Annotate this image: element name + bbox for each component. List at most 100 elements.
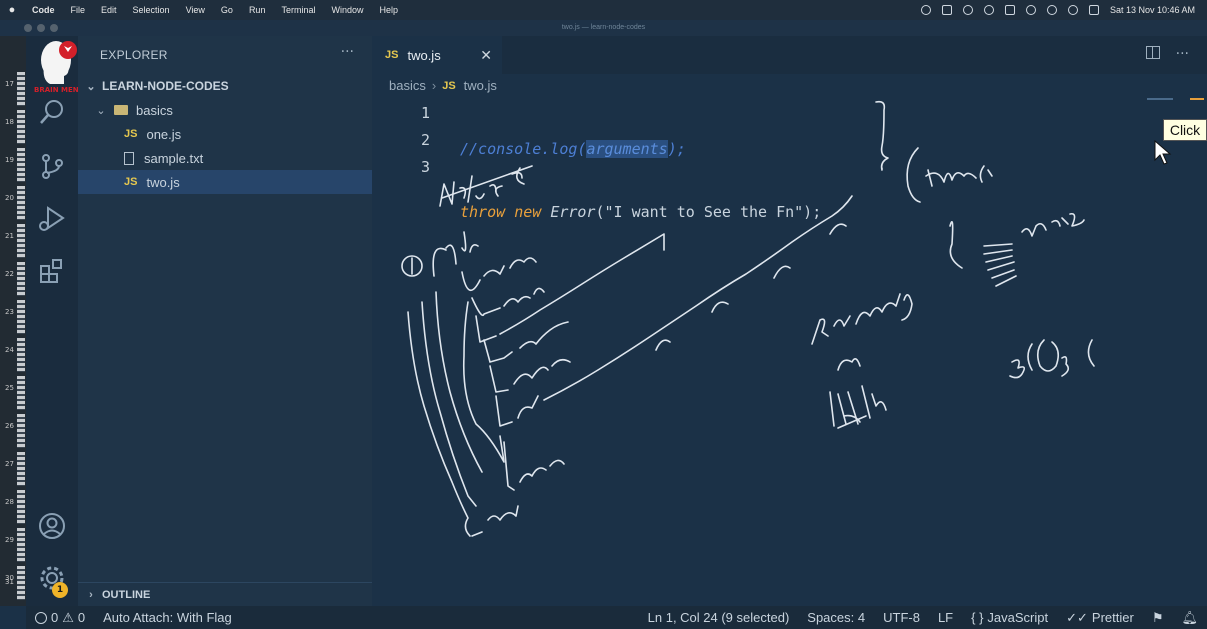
menu-go[interactable]: Go [213, 5, 241, 15]
apple-icon[interactable]: ● [0, 4, 24, 16]
indentation-status[interactable]: Spaces: 4 [798, 610, 874, 625]
text-file-icon [124, 151, 134, 165]
explorer-more-actions-icon[interactable]: ··· [341, 44, 354, 60]
braces-icon: { } [971, 610, 984, 625]
menu-run[interactable]: Run [241, 5, 274, 15]
source-control-icon[interactable] [36, 150, 68, 182]
volume-icon[interactable] [1004, 5, 1015, 15]
error-icon [35, 611, 47, 624]
slide-thumbnail [17, 224, 25, 258]
editor-area: JS two.js ✕ ··· basics › JS two.js 1 2 3… [372, 36, 1207, 606]
menu-code[interactable]: Code [24, 5, 63, 15]
window-title: two.js — learn-node-codes [0, 20, 1207, 36]
file-two-js[interactable]: JS two.js [78, 170, 372, 194]
search-icon[interactable] [36, 96, 68, 128]
cursor-position-status[interactable]: Ln 1, Col 24 (9 selected) [639, 610, 799, 625]
wifi-icon[interactable] [1046, 5, 1057, 15]
file-sample-txt[interactable]: sample.txt [78, 146, 372, 170]
slide-number: 22 [5, 270, 14, 278]
slide-thumbnail [17, 110, 25, 144]
night-mode-icon[interactable] [983, 5, 994, 15]
chevron-right-icon: › [89, 588, 93, 601]
app-status-icon[interactable] [962, 5, 973, 15]
minimize-window-button[interactable] [37, 24, 45, 32]
explorer-title: EXPLORER [100, 48, 168, 62]
chevron-down-icon: ⌄ [96, 104, 106, 117]
explorer-sidebar: EXPLORER ··· ⌄ LEARN-NODE-CODES ⌄ basics… [78, 36, 372, 606]
slide-thumbnail [17, 566, 25, 600]
slide-number: 25 [5, 384, 14, 392]
language-mode-status[interactable]: { } JavaScript [962, 610, 1057, 625]
slide-thumb[interactable]: 22 [0, 262, 26, 300]
slide-thumb[interactable]: 20 [0, 186, 26, 224]
project-root-folder[interactable]: ⌄ LEARN-NODE-CODES [78, 74, 372, 98]
formatter-label: Prettier [1091, 610, 1134, 625]
language-label: JavaScript [987, 610, 1049, 625]
spotlight-search-icon[interactable] [1067, 5, 1078, 15]
slide-thumb[interactable]: 23 [0, 300, 26, 338]
slide-thumb[interactable]: 18 [0, 110, 26, 148]
run-debug-icon[interactable] [36, 202, 68, 234]
folder-basics[interactable]: ⌄ basics [78, 98, 372, 122]
zoom-window-button[interactable] [50, 24, 58, 32]
account-icon[interactable] [36, 510, 68, 542]
click-tooltip: Click [1163, 119, 1207, 141]
warning-icon: ⚠ [62, 609, 74, 625]
warning-count: 0 [77, 610, 86, 625]
slide-thumbnail [17, 300, 25, 334]
notifications-bell-icon[interactable]: 🔔︎ [1172, 610, 1207, 626]
problems-status[interactable]: 0 ⚠ 0 [26, 610, 94, 626]
extensions-icon[interactable] [36, 254, 68, 286]
slide-thumbnail [17, 186, 25, 220]
slide-thumb[interactable]: 27 [0, 452, 26, 490]
double-check-icon: ✓✓ [1066, 609, 1088, 625]
js-file-icon: JS [124, 176, 138, 188]
slide-number: 21 [5, 232, 14, 240]
activity-bar: BRAIN MENTORS 1 [26, 36, 94, 606]
live-share-icon[interactable]: ⚑ [1143, 610, 1173, 626]
slide-thumb[interactable]: 19 [0, 148, 26, 186]
control-center-icon[interactable] [1088, 5, 1099, 15]
slide-thumbnail [17, 414, 25, 448]
record-icon[interactable] [920, 5, 931, 15]
file-label: two.js [146, 174, 180, 190]
slide-thumbnail [17, 148, 25, 182]
menu-file[interactable]: File [63, 5, 94, 15]
menu-terminal[interactable]: Terminal [273, 5, 323, 15]
folder-icon [114, 105, 128, 115]
slide-thumb[interactable]: 26 [0, 414, 26, 452]
slide-thumbnail [17, 376, 25, 410]
outline-label: OUTLINE [102, 588, 151, 601]
slide-number: 20 [5, 194, 14, 202]
bluetooth-icon[interactable] [1025, 5, 1036, 15]
auto-attach-status[interactable]: Auto Attach: With Flag [94, 610, 241, 625]
slide-number: 27 [5, 460, 14, 468]
encoding-status[interactable]: UTF-8 [874, 610, 929, 625]
menu-help[interactable]: Help [371, 5, 406, 15]
eol-status[interactable]: LF [929, 610, 962, 625]
slide-thumbnail [17, 72, 25, 106]
slide-thumb[interactable]: 31 [0, 34, 26, 586]
slide-thumbnail [17, 490, 25, 524]
menu-view[interactable]: View [178, 5, 213, 15]
file-label: sample.txt [144, 150, 204, 166]
slide-number: 31 [5, 578, 14, 586]
slide-number: 28 [5, 498, 14, 506]
outline-section[interactable]: › OUTLINE [78, 582, 372, 606]
file-one-js[interactable]: JS one.js [78, 122, 372, 146]
slide-thumb[interactable]: 24 [0, 338, 26, 376]
menu-edit[interactable]: Edit [93, 5, 125, 15]
menu-window[interactable]: Window [323, 5, 371, 15]
prettier-status[interactable]: ✓✓ Prettier [1057, 610, 1143, 626]
slide-thumb[interactable]: 17 [0, 72, 26, 110]
slide-thumb[interactable]: 25 [0, 376, 26, 414]
slide-thumb[interactable]: 21 [0, 224, 26, 262]
slide-thumb[interactable]: 29 [0, 528, 26, 566]
screen-icon[interactable] [941, 5, 952, 15]
slide-thumbnail [17, 452, 25, 486]
slide-thumb[interactable]: 28 [0, 490, 26, 528]
menubar-clock[interactable]: Sat 13 Nov 10:46 AM [1110, 5, 1195, 15]
macos-menubar: ● Code File Edit Selection View Go Run T… [0, 0, 1207, 20]
menu-selection[interactable]: Selection [125, 5, 178, 15]
close-window-button[interactable] [24, 24, 32, 32]
